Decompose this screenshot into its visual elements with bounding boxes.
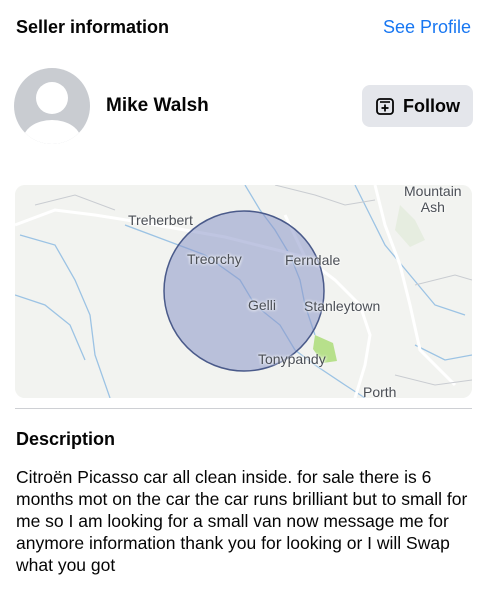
description-title: Description — [16, 429, 116, 449]
follow-label: Follow — [403, 95, 460, 116]
map-label-treherbert: Treherbert — [128, 212, 193, 228]
seller-info-title: Seller information — [16, 16, 170, 37]
location-map[interactable]: Mountain Ash Treherbert Treorchy Ferndal… — [15, 185, 472, 398]
follow-plus-icon — [375, 96, 395, 116]
radius-circle — [163, 210, 325, 372]
map-canvas — [15, 185, 472, 398]
map-label-tonypandy: Tonypandy — [258, 351, 326, 367]
map-label-treorchy: Treorchy — [187, 251, 242, 267]
avatar-head-shape — [36, 82, 68, 114]
map-label-mountain-ash: Mountain Ash — [404, 185, 462, 215]
seller-row: Mike Walsh Follow — [14, 67, 473, 145]
seller-name[interactable]: Mike Walsh — [106, 95, 362, 117]
see-profile-link[interactable]: See Profile — [383, 17, 471, 38]
avatar-body-shape — [23, 120, 81, 144]
avatar[interactable] — [14, 68, 90, 144]
section-divider — [15, 408, 472, 409]
description-text: Citroën Picasso car all clean inside. fo… — [16, 467, 468, 575]
map-label-porth: Porth — [363, 384, 397, 398]
follow-button[interactable]: Follow — [362, 85, 473, 127]
map-label-stanleytown: Stanleytown — [304, 298, 381, 314]
seller-info-header: Seller information See Profile — [16, 14, 471, 40]
map-label-ferndale: Ferndale — [285, 252, 341, 268]
map-label-gelli: Gelli — [248, 297, 277, 313]
